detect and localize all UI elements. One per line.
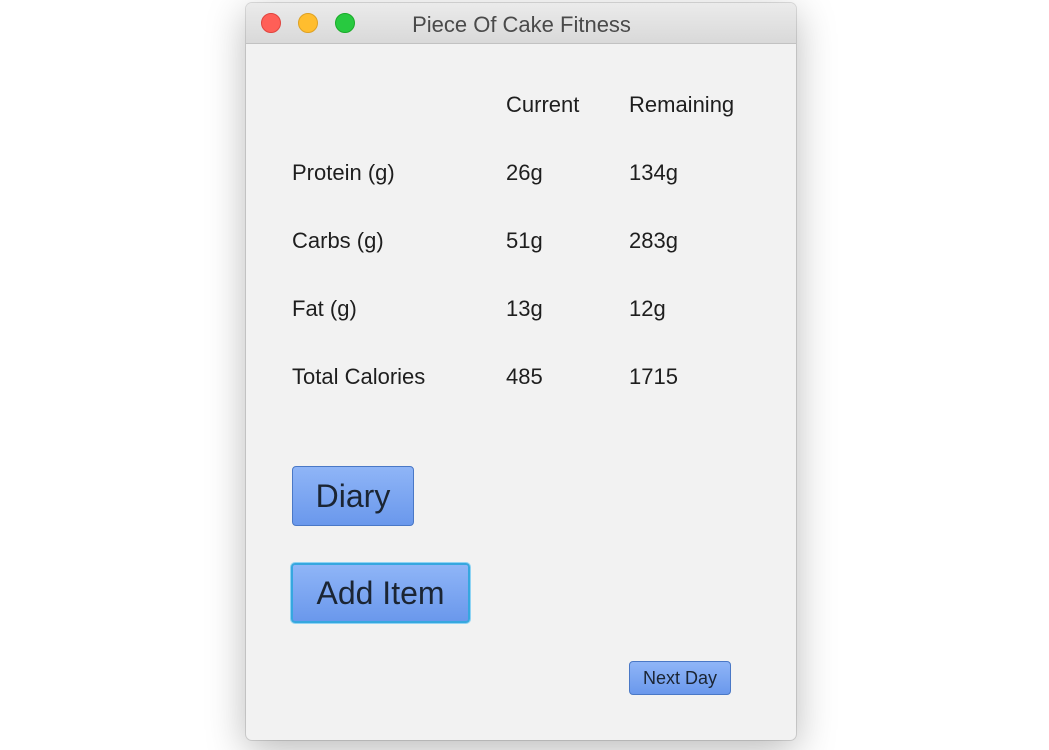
row-label-carbs: Carbs (g) xyxy=(292,228,384,253)
protein-remaining-value: 134g xyxy=(629,160,678,185)
app-window: Piece Of Cake Fitness Current Remaining … xyxy=(246,3,796,740)
diary-button[interactable]: Diary xyxy=(292,466,414,526)
fat-current-value: 13g xyxy=(506,296,543,321)
header-remaining: Remaining xyxy=(629,92,735,117)
calories-current-value: 485 xyxy=(506,364,543,389)
calories-remaining-value: 1715 xyxy=(629,364,678,389)
header-current: Current xyxy=(506,92,580,117)
window-title: Piece Of Cake Fitness xyxy=(412,12,631,37)
row-label-fat: Fat (g) xyxy=(292,296,357,321)
next-day-button[interactable]: Next Day xyxy=(629,661,731,695)
row-label-total-calories: Total Calories xyxy=(292,364,426,389)
row-label-protein: Protein (g) xyxy=(292,160,395,185)
carbs-current-value: 51g xyxy=(506,228,543,253)
fat-remaining-value: 12g xyxy=(629,296,666,321)
title-bar[interactable]: Piece Of Cake Fitness xyxy=(246,3,796,44)
protein-current-value: 26g xyxy=(506,160,543,185)
carbs-remaining-value: 283g xyxy=(629,228,678,253)
add-item-button[interactable]: Add Item xyxy=(291,563,470,623)
